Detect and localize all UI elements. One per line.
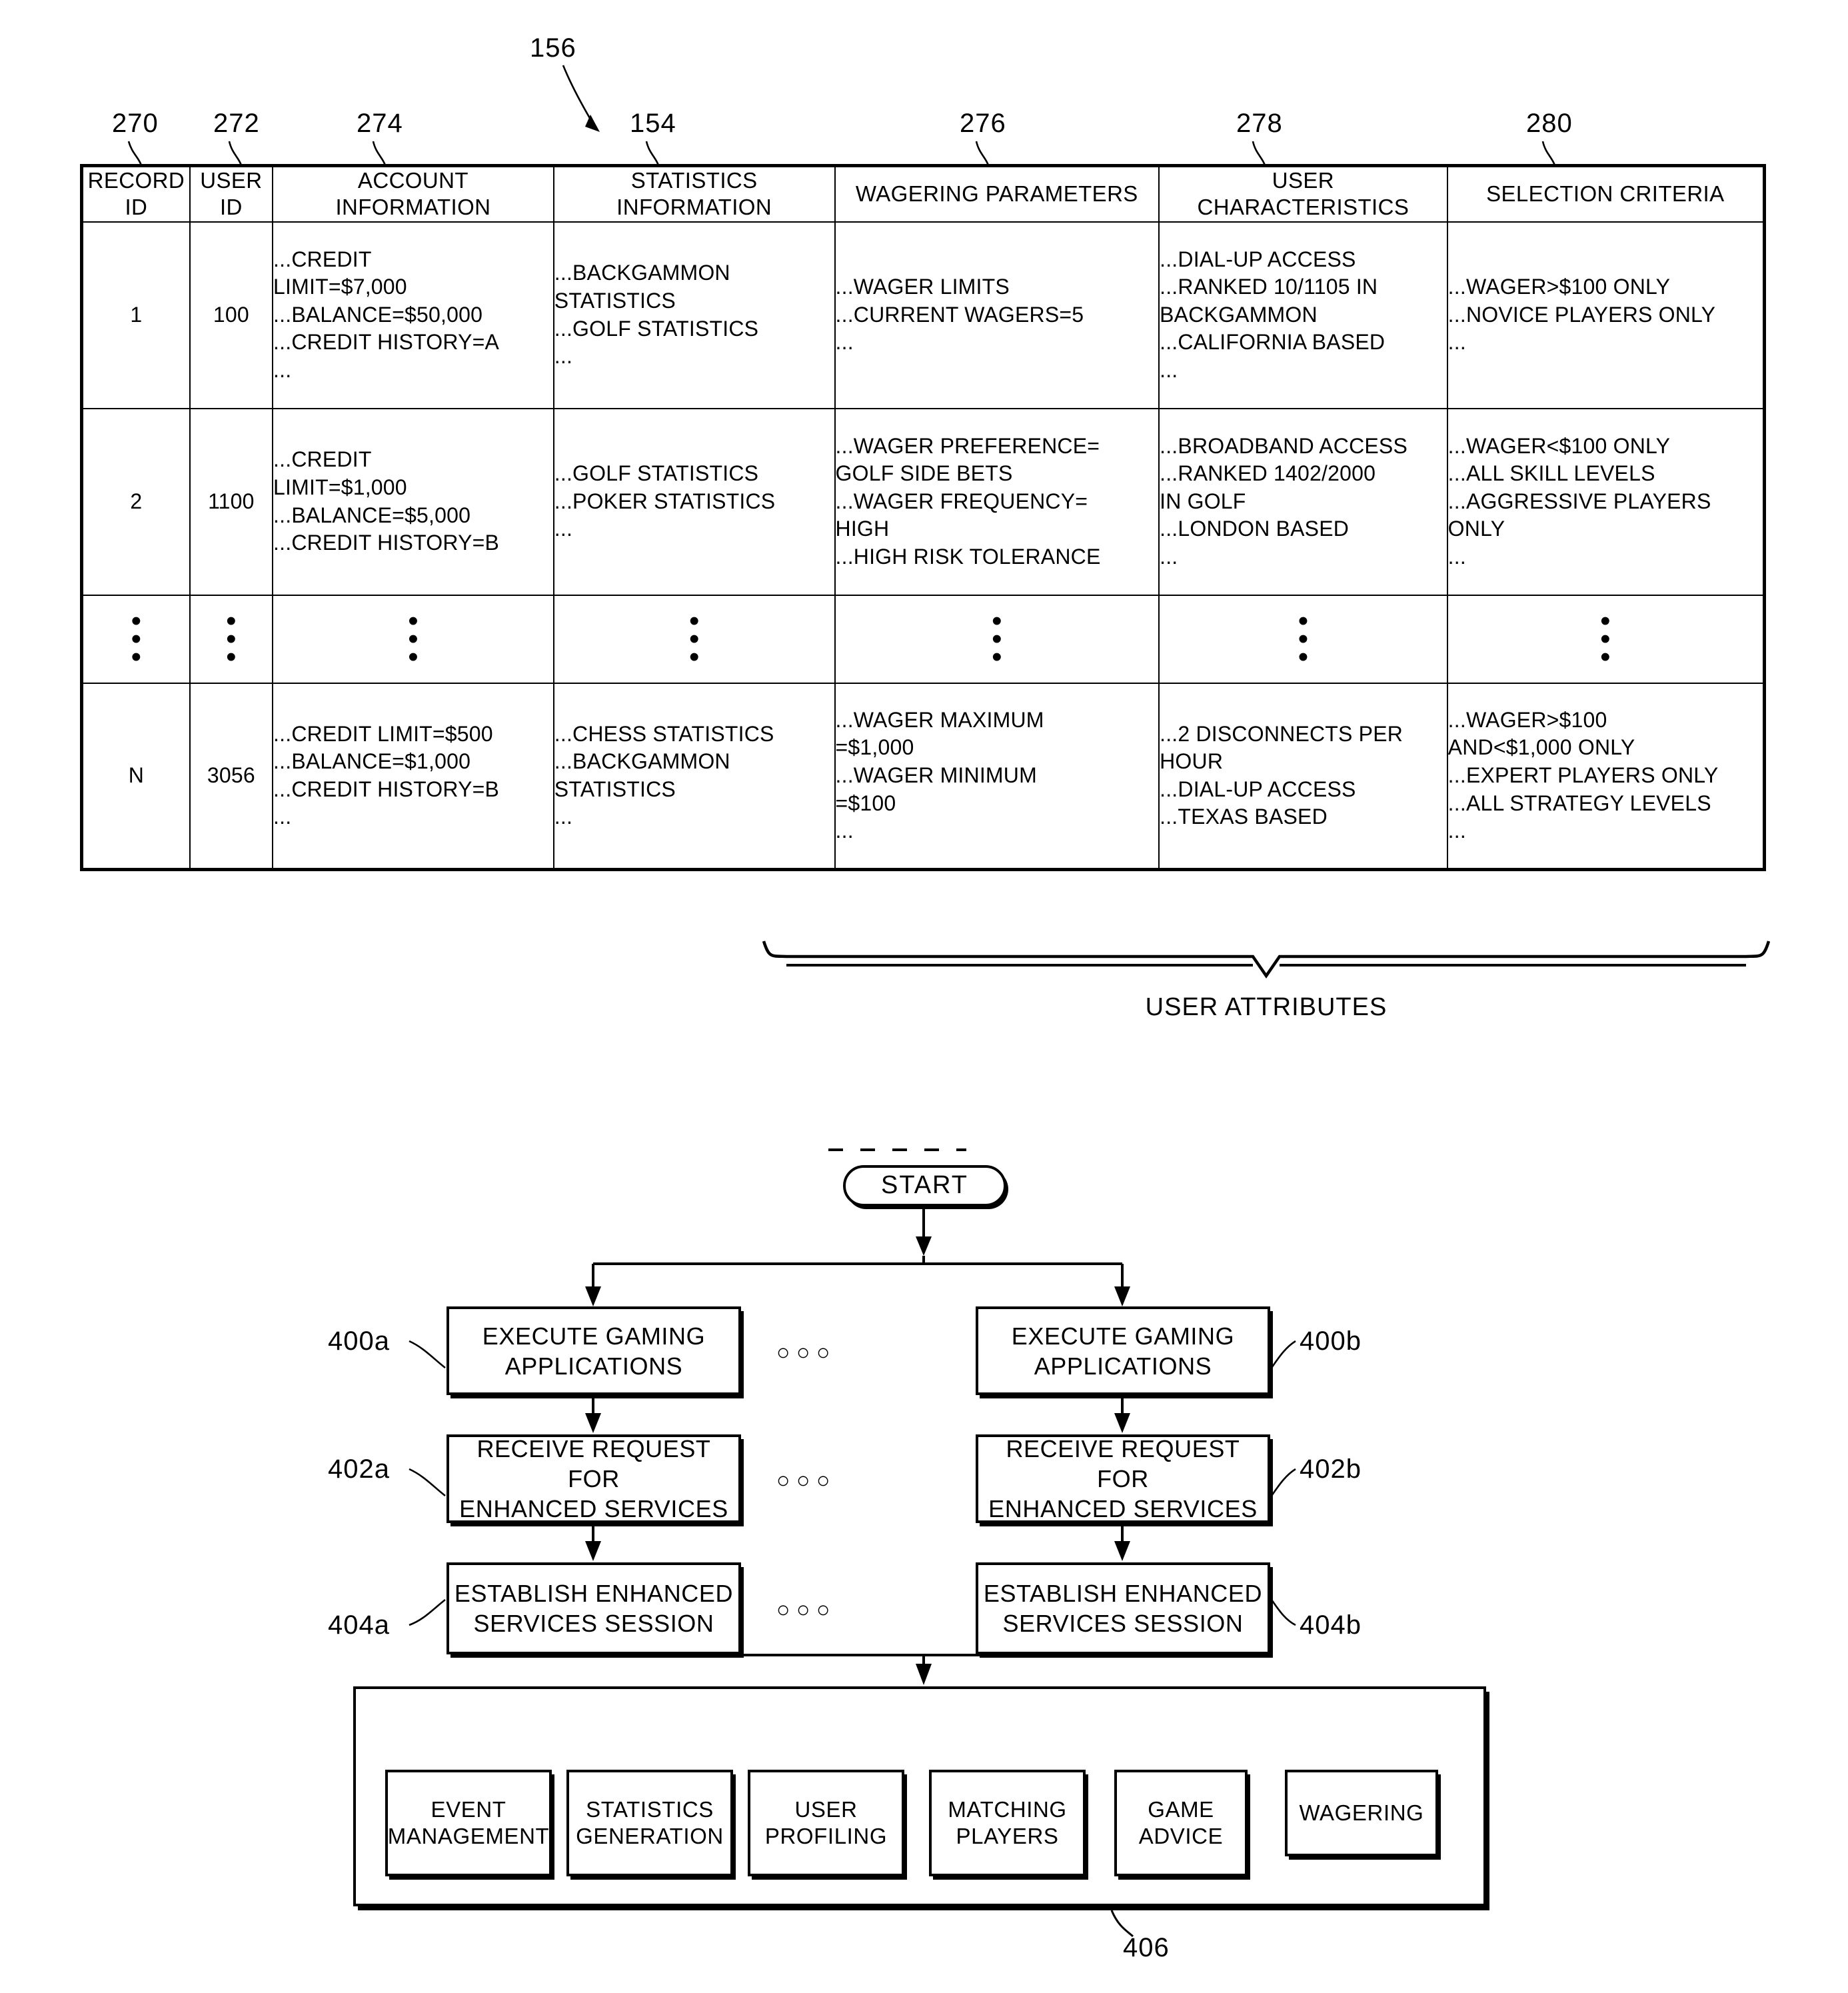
service-box-user-profiling[interactable]: USER PROFILING: [748, 1770, 904, 1876]
service-box-event-management[interactable]: EVENT MANAGEMENT: [385, 1770, 552, 1876]
service-box-game-advice[interactable]: GAME ADVICE: [1114, 1770, 1248, 1876]
enhanced-services-flowchart: START EXECUTE GAMING APPLICATIONS RECEIV…: [0, 0, 1848, 1993]
service-box-matching-players[interactable]: MATCHING PLAYERS: [929, 1770, 1086, 1876]
service-box-wagering[interactable]: WAGERING: [1285, 1770, 1438, 1856]
flow-ref-406: 406: [1123, 1933, 1170, 1962]
service-box-statistics-generation[interactable]: STATISTICS GENERATION: [566, 1770, 733, 1876]
